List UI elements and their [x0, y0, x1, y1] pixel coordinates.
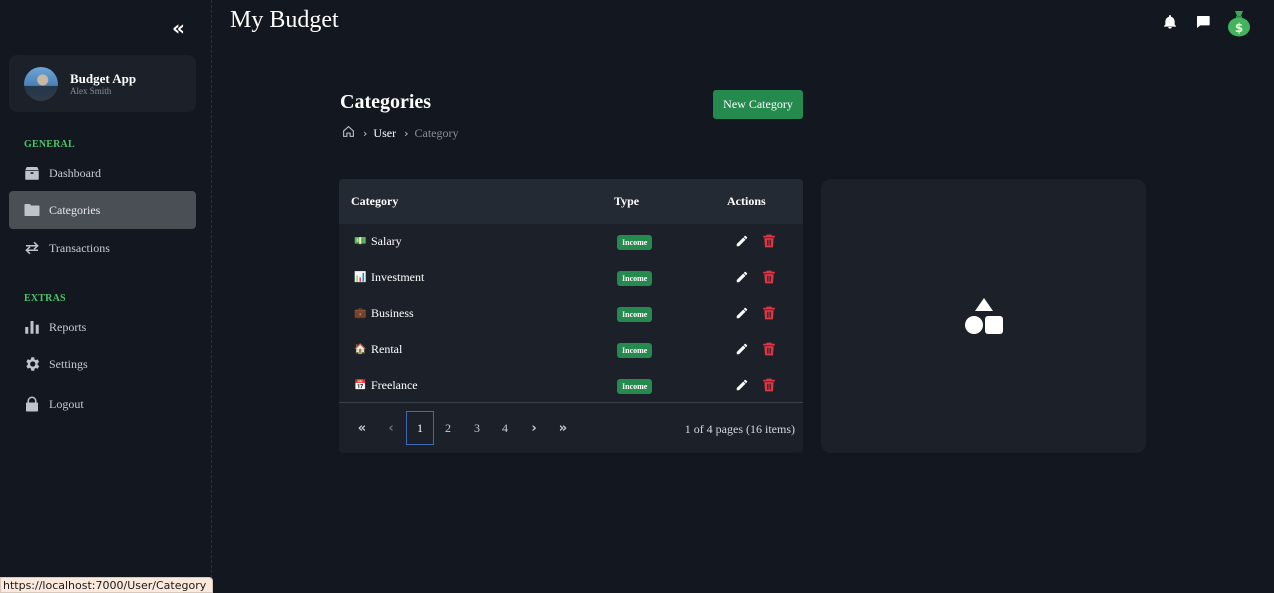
category-name: Rental [371, 342, 403, 356]
page-button-1[interactable]: 1 [406, 411, 434, 445]
home-icon[interactable] [342, 125, 355, 142]
sidebar-item-label: Settings [49, 356, 88, 371]
page-title: Categories [340, 91, 432, 113]
sidebar-item-settings[interactable]: Settings [9, 345, 196, 383]
pagination-info: 1 of 4 pages (16 items) [684, 422, 795, 436]
sidebar-item-label: Transactions [49, 240, 110, 255]
type-badge: Income [617, 307, 653, 322]
first-page-button[interactable]: « [348, 411, 376, 445]
pagination: « ‹ 1 2 3 4 › » 1 of 4 pages (16 items) [339, 402, 803, 453]
sidebar-item-categories[interactable]: Categories [9, 191, 196, 229]
category-cell: 💼 Business [354, 306, 414, 321]
table-row: 💼 Business Income [339, 296, 803, 332]
category-emoji-icon: 📊 [354, 272, 367, 283]
category-name: Investment [371, 270, 425, 284]
table-row: 🏠 Rental Income [339, 332, 803, 368]
delete-icon[interactable] [762, 269, 776, 285]
last-page-button[interactable]: » [549, 411, 577, 445]
category-emoji-icon: 💵 [354, 236, 367, 247]
gear-icon [26, 357, 40, 371]
new-category-button[interactable]: New Category [713, 90, 803, 119]
money-bag-icon[interactable]: $ [1226, 9, 1252, 37]
bar-chart-icon [25, 321, 39, 334]
page-button-3[interactable]: 3 [463, 411, 491, 445]
type-badge: Income [617, 235, 653, 250]
column-header-actions: Actions [727, 194, 766, 208]
chat-icon[interactable] [1195, 14, 1211, 30]
sidebar-item-label: Logout [49, 396, 84, 411]
lock-icon [26, 396, 38, 412]
sidebar-item-label: Dashboard [49, 165, 101, 180]
page-button-2[interactable]: 2 [434, 411, 462, 445]
bell-icon[interactable] [1162, 14, 1178, 30]
user-name: Budget App [70, 71, 137, 86]
sidebar: « Budget App Alex Smith GENERAL Dashboar… [0, 0, 212, 593]
delete-icon[interactable] [762, 233, 776, 249]
category-cell: 💵 Salary [354, 234, 402, 249]
section-label-extras: EXTRAS [24, 293, 66, 304]
collapse-sidebar-icon[interactable]: « [172, 18, 192, 38]
sidebar-item-reports[interactable]: Reports [9, 308, 196, 346]
type-badge: Income [617, 379, 653, 394]
edit-icon[interactable] [735, 378, 749, 392]
category-emoji-icon: 📅 [354, 380, 367, 391]
breadcrumb-user[interactable]: User [373, 126, 396, 141]
next-page-button[interactable]: › [520, 411, 548, 445]
arrows-exchange-icon [25, 241, 39, 255]
category-detail-panel [821, 179, 1146, 453]
category-name: Business [371, 306, 414, 320]
sidebar-item-dashboard[interactable]: Dashboard [9, 154, 196, 192]
folder-icon [24, 204, 40, 216]
table-row: 📅 Freelance Income [339, 368, 803, 404]
category-emoji-icon: 💼 [354, 308, 367, 319]
sidebar-item-label: Categories [49, 202, 101, 217]
sidebar-item-logout[interactable]: Logout [9, 385, 196, 423]
edit-icon[interactable] [735, 342, 749, 356]
type-badge: Income [617, 271, 653, 286]
breadcrumb: › User › Category [342, 125, 458, 142]
sidebar-item-label: Reports [49, 319, 87, 334]
shapes-icon [965, 298, 1003, 334]
svg-text:$: $ [1235, 21, 1243, 35]
edit-icon[interactable] [735, 306, 749, 320]
app-title: My Budget [230, 7, 339, 33]
box-icon [25, 167, 39, 180]
delete-icon[interactable] [762, 341, 776, 357]
categories-table: Category Type Actions 💵 Salary Income 📊 … [339, 179, 803, 453]
category-emoji-icon: 🏠 [354, 344, 367, 355]
category-name: Freelance [371, 378, 418, 392]
chevron-right-icon: › [363, 127, 368, 140]
breadcrumb-current: Category [414, 126, 459, 140]
user-card[interactable]: Budget App Alex Smith [9, 55, 196, 112]
section-label-general: GENERAL [24, 139, 75, 150]
status-bar-url: https://localhost:7000/User/Category [0, 577, 214, 593]
column-header-category[interactable]: Category [351, 194, 398, 209]
avatar [24, 67, 58, 101]
category-cell: 🏠 Rental [354, 342, 402, 357]
category-name: Salary [371, 234, 402, 248]
category-cell: 📅 Freelance [354, 378, 418, 393]
table-header: Category Type Actions [339, 179, 803, 224]
delete-icon[interactable] [762, 305, 776, 321]
type-badge: Income [617, 343, 653, 358]
page-button-4[interactable]: 4 [491, 411, 519, 445]
category-cell: 📊 Investment [354, 270, 424, 285]
user-subtitle: Alex Smith [70, 86, 112, 96]
edit-icon[interactable] [735, 234, 749, 248]
sidebar-item-transactions[interactable]: Transactions [9, 229, 196, 267]
chevron-right-icon: › [404, 127, 409, 140]
prev-page-button[interactable]: ‹ [377, 411, 405, 445]
edit-icon[interactable] [735, 270, 749, 284]
column-header-type[interactable]: Type [614, 194, 639, 209]
table-row: 💵 Salary Income [339, 224, 803, 260]
table-row: 📊 Investment Income [339, 260, 803, 296]
delete-icon[interactable] [762, 377, 776, 393]
